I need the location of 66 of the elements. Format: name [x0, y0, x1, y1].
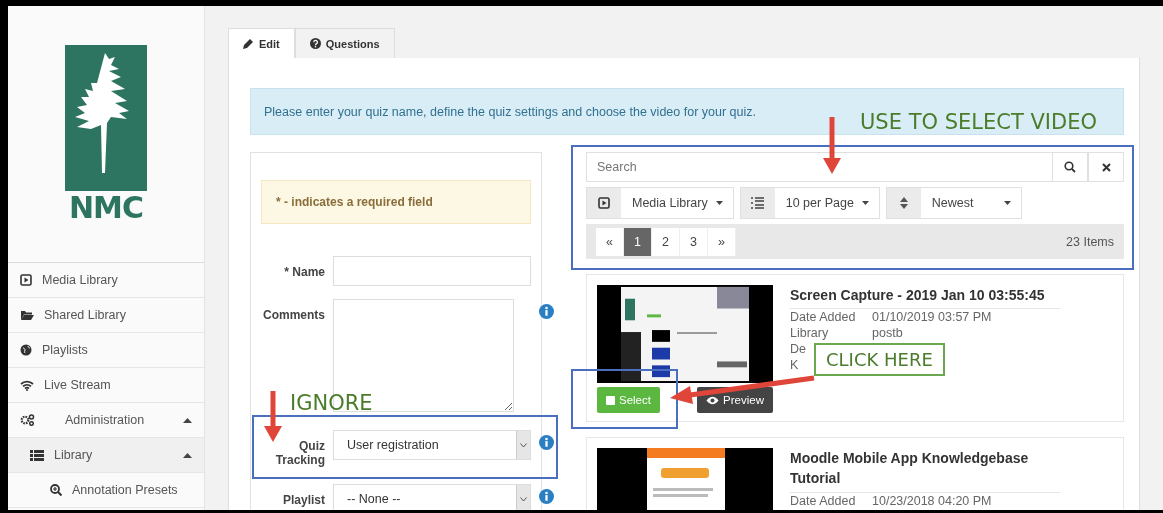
- pointer-arrow: [823, 117, 841, 174]
- callout-label: CLICK HERE: [814, 343, 945, 376]
- globe-icon: [20, 344, 32, 356]
- sidebar-item[interactable]: Shared Library: [8, 298, 204, 333]
- page-button[interactable]: 3: [680, 227, 708, 256]
- select-field[interactable]: User registration: [333, 430, 531, 460]
- close-icon: [1101, 162, 1111, 172]
- info-icon[interactable]: [539, 304, 554, 319]
- chevron-down-icon: [520, 442, 527, 448]
- gears-icon: [20, 414, 35, 426]
- annotation-label: IGNORE: [290, 391, 373, 415]
- detail-value: postb: [872, 325, 903, 342]
- name-field[interactable]: [333, 256, 531, 286]
- close-button[interactable]: [1088, 152, 1124, 182]
- detail-label: Date Added: [790, 492, 856, 509]
- info-icon[interactable]: [539, 489, 554, 504]
- item-count: 23 Items: [1066, 234, 1114, 249]
- caret-up-icon: [183, 417, 192, 423]
- select-field[interactable]: -- None --: [333, 484, 531, 510]
- folder-icon: [20, 309, 34, 321]
- question-icon: [309, 38, 321, 49]
- sort-icon: [899, 197, 908, 209]
- detail-value: 10/23/2018 04:20 PM: [872, 492, 992, 509]
- field-label: Playlist: [281, 492, 325, 507]
- search-button[interactable]: [1052, 152, 1088, 182]
- sidebar-item[interactable]: Live Stream: [8, 368, 204, 403]
- search-icon: [1064, 161, 1076, 173]
- sidebar-item[interactable]: Playlists: [8, 333, 204, 368]
- detail-label: K: [790, 357, 799, 374]
- list-icon: [751, 197, 765, 209]
- page-button[interactable]: «: [596, 227, 624, 256]
- detail-value: 01/10/2019 03:57 PM: [872, 309, 992, 326]
- play-icon: [20, 274, 32, 286]
- sidebar-item[interactable]: Library: [8, 438, 204, 473]
- page-button[interactable]: »: [708, 227, 736, 256]
- page-button[interactable]: 2: [652, 227, 680, 256]
- caret-down-icon: [1003, 201, 1011, 205]
- tab[interactable]: Edit: [228, 28, 295, 58]
- field-label: * Name: [283, 264, 325, 279]
- eye-icon: [706, 395, 720, 405]
- detail-label: De: [790, 341, 806, 358]
- media-title[interactable]: Moodle Mobile App Knowledgebase Tutorial: [790, 448, 1060, 493]
- wifi-icon: [20, 379, 34, 391]
- pencil-icon: [243, 38, 254, 49]
- sidebar-item[interactable]: Media Library: [8, 263, 204, 298]
- detail-label: Date Added: [790, 309, 856, 326]
- required-note: * - indicates a required field: [261, 180, 531, 224]
- play-icon: [598, 197, 610, 209]
- caret-up-icon: [183, 452, 192, 458]
- caret-down-icon: [715, 201, 723, 205]
- tab[interactable]: Questions: [294, 28, 395, 58]
- media-title[interactable]: Screen Capture - 2019 Jan 10 03:55:45: [790, 285, 1060, 310]
- page-button[interactable]: 1: [624, 227, 652, 256]
- checkbox-icon: [606, 395, 615, 405]
- list-icon: [30, 449, 44, 461]
- field-label: Quiz Tracking: [274, 438, 325, 467]
- caret-down-icon: [861, 201, 869, 205]
- magnifier-icon: [50, 484, 62, 496]
- search-field[interactable]: Search: [586, 152, 1052, 182]
- field-label: Comments: [262, 307, 325, 322]
- sidebar-item[interactable]: Annotation Presets: [8, 473, 204, 508]
- info-icon[interactable]: [539, 435, 554, 450]
- annotation-label: USE TO SELECT VIDEO: [860, 110, 1097, 134]
- pointer-arrow: [264, 391, 282, 442]
- detail-label: Library: [790, 325, 829, 342]
- chevron-down-icon: [520, 496, 527, 502]
